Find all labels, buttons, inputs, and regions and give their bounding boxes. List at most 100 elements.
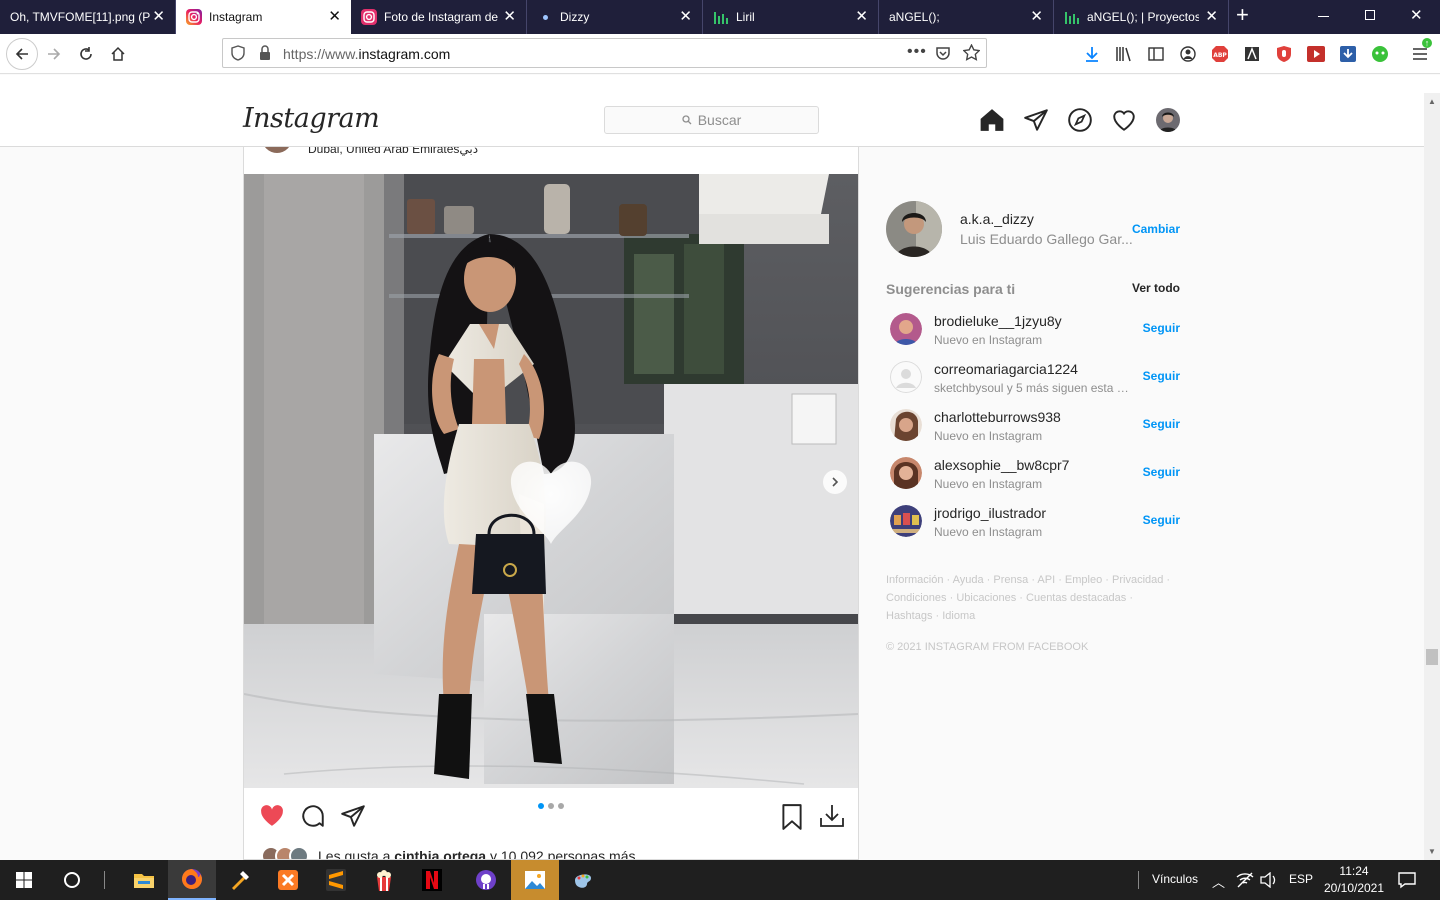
scroll-up-icon[interactable]: ▲ xyxy=(1428,97,1436,106)
tab-image[interactable]: Oh, TMVFOME[11].png (P ✕ xyxy=(0,0,176,34)
download-button[interactable] xyxy=(818,803,846,834)
save-button[interactable] xyxy=(779,803,805,836)
tab-dizzy[interactable]: Dizzy ✕ xyxy=(527,0,703,34)
reload-button[interactable] xyxy=(72,40,100,68)
scrollbar-thumb[interactable] xyxy=(1426,649,1438,665)
instagram-logo[interactable]: Instagram xyxy=(243,103,380,134)
close-icon[interactable]: ✕ xyxy=(1205,9,1218,24)
suggestion-name[interactable]: correomariagarcia1224 xyxy=(934,361,1078,377)
page-actions-icon[interactable]: ••• xyxy=(907,43,927,61)
suggestion-name[interactable]: charlotteburrows938 xyxy=(934,409,1061,425)
netflix-icon[interactable] xyxy=(408,860,456,900)
cortana-icon[interactable] xyxy=(48,860,96,900)
see-all-link[interactable]: Ver todo xyxy=(1132,281,1180,295)
paint-icon[interactable] xyxy=(559,860,607,900)
close-icon[interactable]: ✕ xyxy=(1030,9,1043,24)
shield-icon[interactable] xyxy=(231,45,245,66)
suggestion-avatar[interactable] xyxy=(890,361,922,393)
follow-button[interactable]: Seguir xyxy=(1143,465,1180,479)
back-button[interactable] xyxy=(6,38,38,70)
windows-start-icon[interactable] xyxy=(0,860,48,900)
url-bar[interactable]: https://www.instagram.com ••• xyxy=(222,38,987,68)
follow-button[interactable]: Seguir xyxy=(1143,513,1180,527)
tool-app-icon[interactable] xyxy=(216,860,264,900)
home-icon[interactable] xyxy=(979,107,1005,133)
adblock-icon[interactable]: ABP xyxy=(1206,40,1234,68)
likes-count-link[interactable]: y 10.092 personas más xyxy=(490,848,636,859)
network-icon[interactable] xyxy=(1236,872,1254,893)
xampp-icon[interactable] xyxy=(264,860,312,900)
follow-button[interactable]: Seguir xyxy=(1143,369,1180,383)
close-icon[interactable]: ✕ xyxy=(152,9,165,24)
extension-icon[interactable] xyxy=(1238,40,1266,68)
next-photo-button[interactable] xyxy=(823,470,847,494)
share-button[interactable] xyxy=(340,803,366,834)
liked-by-avatars[interactable] xyxy=(261,846,313,859)
close-icon[interactable]: ✕ xyxy=(855,9,868,24)
close-icon[interactable]: ✕ xyxy=(503,9,516,24)
library-icon[interactable] xyxy=(1110,40,1138,68)
tab-angel-proyectos[interactable]: aNGEL(); | Proyectos | ✕ xyxy=(1054,0,1229,34)
account-icon[interactable] xyxy=(1174,40,1202,68)
url-text[interactable]: https://www.instagram.com xyxy=(283,46,450,62)
post-author-avatar[interactable] xyxy=(262,147,292,153)
own-username[interactable]: a.k.a._dizzy xyxy=(960,211,1034,227)
tab-angel[interactable]: aNGEL(); ✕ xyxy=(879,0,1054,34)
tab-instagram[interactable]: Instagram ✕ xyxy=(176,0,351,34)
likes-user-link[interactable]: cinthia.ortega xyxy=(394,848,486,859)
new-tab-button[interactable]: + xyxy=(1236,4,1256,28)
suggestion-name[interactable]: jrodrigo_ilustrador xyxy=(934,505,1046,521)
home-button[interactable] xyxy=(104,40,132,68)
firefox-icon[interactable] xyxy=(168,860,216,900)
post-location[interactable]: Dubai, United Arab Emiratesدبي xyxy=(308,147,478,156)
notifications-icon[interactable] xyxy=(1398,871,1416,894)
restore-button[interactable] xyxy=(1365,10,1375,20)
close-icon[interactable]: ✕ xyxy=(328,9,341,24)
scroll-down-icon[interactable]: ▼ xyxy=(1428,847,1436,856)
suggestion-avatar[interactable] xyxy=(890,505,922,537)
lock-icon[interactable] xyxy=(259,45,271,66)
youtube-icon[interactable] xyxy=(1302,40,1330,68)
footer-links[interactable]: Información · Ayuda · Prensa · API · Emp… xyxy=(886,571,1176,625)
minimize-button[interactable] xyxy=(1318,16,1329,17)
tab-foto-instagram[interactable]: Foto de Instagram de ✕ xyxy=(351,0,527,34)
post-photo[interactable] xyxy=(244,174,858,788)
volume-icon[interactable] xyxy=(1260,871,1278,893)
direct-message-icon[interactable] xyxy=(1023,107,1049,133)
links-toolbar[interactable]: Vínculos xyxy=(1152,872,1198,886)
forward-button[interactable] xyxy=(40,40,68,68)
popcorn-icon[interactable] xyxy=(360,860,408,900)
file-explorer-icon[interactable] xyxy=(120,860,168,900)
clock[interactable]: 11:24 20/10/2021 xyxy=(1322,864,1386,895)
menu-icon[interactable]: ↑ xyxy=(1406,38,1434,68)
search-input[interactable]: Buscar xyxy=(604,106,819,134)
explore-icon[interactable] xyxy=(1067,107,1093,133)
sidebar-icon[interactable] xyxy=(1142,40,1170,68)
page-scrollbar[interactable]: ▲ ▼ xyxy=(1424,93,1440,860)
ublock-icon[interactable] xyxy=(1270,40,1298,68)
star-icon[interactable] xyxy=(962,43,981,66)
sublime-text-icon[interactable] xyxy=(312,860,360,900)
follow-button[interactable]: Seguir xyxy=(1143,417,1180,431)
close-icon[interactable]: ✕ xyxy=(679,9,692,24)
follow-button[interactable]: Seguir xyxy=(1143,321,1180,335)
suggestion-avatar[interactable] xyxy=(890,409,922,441)
profile-avatar[interactable] xyxy=(1156,108,1180,132)
window-close-button[interactable]: ✕ xyxy=(1410,6,1423,24)
switch-account-button[interactable]: Cambiar xyxy=(1132,222,1180,236)
download-helper-icon[interactable] xyxy=(1334,40,1362,68)
suggestion-avatar[interactable] xyxy=(890,457,922,489)
like-button[interactable] xyxy=(259,803,285,832)
suggestion-avatar[interactable] xyxy=(890,313,922,345)
comment-button[interactable] xyxy=(300,803,326,834)
green-extension-icon[interactable] xyxy=(1366,40,1394,68)
downloads-icon[interactable] xyxy=(1078,40,1106,68)
suggestion-name[interactable]: alexsophie__bw8cpr7 xyxy=(934,457,1069,473)
own-avatar[interactable] xyxy=(886,201,942,257)
tab-liril[interactable]: Liril ✕ xyxy=(703,0,879,34)
photos-icon[interactable] xyxy=(511,860,559,900)
pocket-icon[interactable] xyxy=(935,45,951,66)
chevron-up-icon[interactable]: ︿ xyxy=(1212,872,1225,891)
github-icon[interactable] xyxy=(462,860,510,900)
heart-icon[interactable] xyxy=(1111,107,1137,133)
